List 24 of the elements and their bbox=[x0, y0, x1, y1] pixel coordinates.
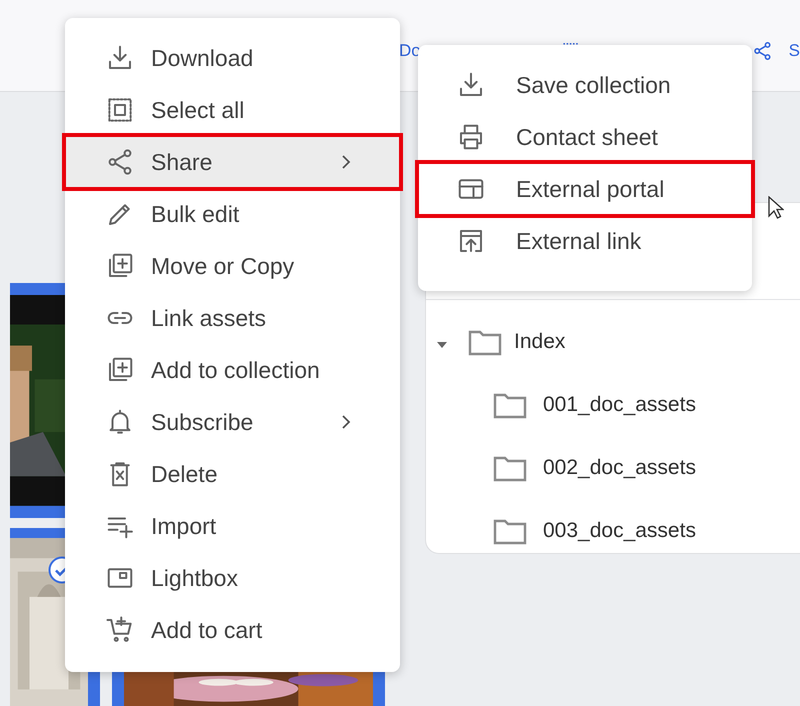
menu-item[interactable]: Import bbox=[65, 500, 400, 552]
menu-item[interactable]: Bulk edit bbox=[65, 188, 400, 240]
chevron-right-icon bbox=[340, 153, 352, 171]
folder-name[interactable]: Index bbox=[514, 330, 566, 354]
menu-item[interactable]: Link assets bbox=[65, 292, 400, 344]
share-label[interactable]: S bbox=[788, 41, 800, 61]
menu-item[interactable]: External link bbox=[418, 215, 752, 267]
menu-item[interactable]: External portal bbox=[418, 163, 752, 215]
caret-icon[interactable] bbox=[436, 340, 448, 348]
menu-item[interactable]: Subscribe bbox=[65, 396, 400, 448]
menu-item[interactable]: Move or Copy bbox=[65, 240, 400, 292]
folder-name[interactable]: 002_doc_assets bbox=[543, 456, 696, 480]
menu-item[interactable]: Download bbox=[65, 32, 400, 84]
menu-item[interactable]: Delete bbox=[65, 448, 400, 500]
menu-item[interactable]: Add to cart bbox=[65, 604, 400, 656]
menu-item[interactable]: Select all bbox=[65, 84, 400, 136]
menu-item[interactable]: Lightbox bbox=[65, 552, 400, 604]
folder-name[interactable]: 001_doc_assets bbox=[543, 392, 696, 416]
menu-item[interactable]: Contact sheet bbox=[418, 111, 752, 163]
menu-item[interactable]: Save collection bbox=[418, 59, 752, 111]
folder-name[interactable]: 003_doc_assets bbox=[543, 518, 696, 542]
menu-item[interactable]: Add to collection bbox=[65, 344, 400, 396]
menu-item[interactable]: Share bbox=[65, 136, 400, 188]
chevron-right-icon bbox=[340, 413, 352, 431]
